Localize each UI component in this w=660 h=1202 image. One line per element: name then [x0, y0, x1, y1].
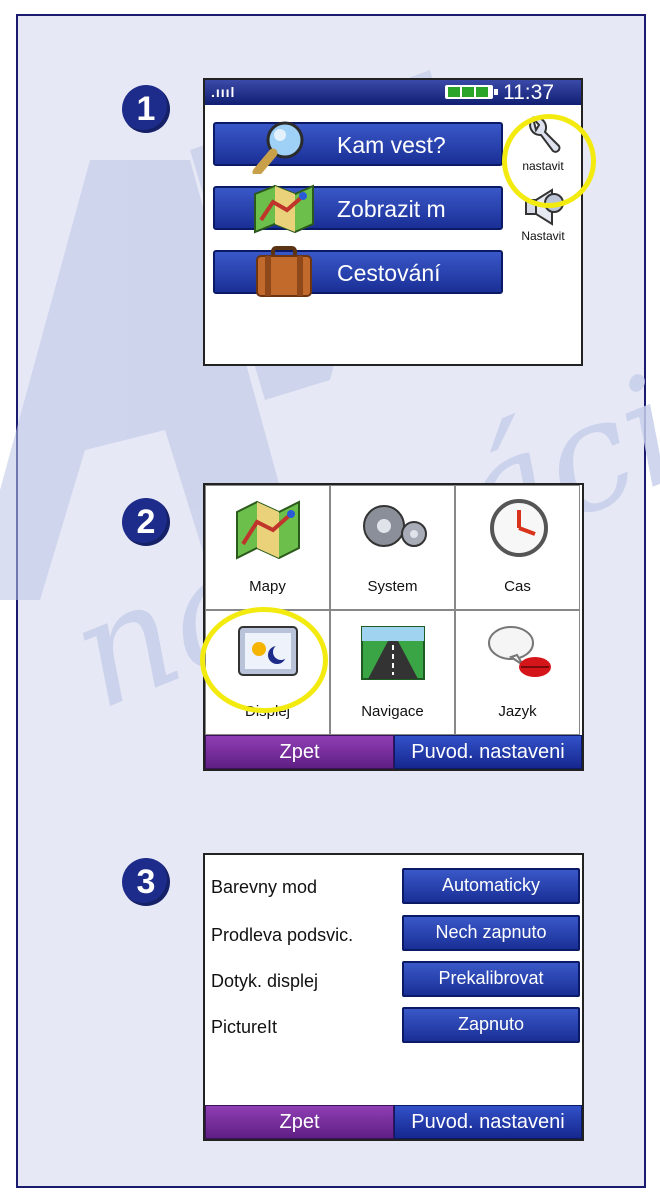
- recalibrate-button[interactable]: Prekalibrovat: [402, 961, 580, 997]
- map-icon: [254, 184, 314, 234]
- tile-system-label: System: [367, 578, 418, 595]
- view-map-button[interactable]: Zobrazit m: [213, 184, 503, 234]
- road-icon: [361, 626, 425, 680]
- gears-icon: [363, 505, 427, 547]
- highlight-circle-tools: [502, 114, 596, 208]
- suitcase-icon: [256, 246, 312, 297]
- tile-maps-label: Mapy: [249, 578, 286, 595]
- screen-display-settings: Barevny mod Automaticky Prodleva podsvic…: [203, 853, 584, 1141]
- view-map-label: Zobrazit m: [337, 196, 446, 222]
- step-badge-2: 2: [122, 498, 170, 546]
- speech-lips-icon: [488, 626, 551, 677]
- clock-time: 11:37: [503, 81, 554, 104]
- step-badge-3: 3: [122, 858, 170, 906]
- step-badge-1: 1: [122, 85, 170, 133]
- backlight-timeout-button[interactable]: Nech zapnuto: [402, 915, 580, 951]
- status-bar: .ıııl 11:37: [205, 80, 581, 105]
- magnifier-icon: [252, 121, 304, 174]
- battery-icon: [445, 85, 498, 99]
- tile-navigation-label: Navigace: [361, 703, 424, 720]
- highlight-circle-display: [200, 607, 328, 713]
- color-mode-button[interactable]: Automaticky: [402, 868, 580, 904]
- restore-defaults-button[interactable]: Puvod. nastaveni: [394, 735, 582, 769]
- tile-language-label: Jazyk: [498, 703, 537, 720]
- backlight-timeout-label: Prodleva podsvic.: [211, 925, 354, 945]
- tile-maps[interactable]: Mapy: [205, 485, 330, 610]
- tile-system[interactable]: System: [330, 485, 455, 610]
- travel-button[interactable]: Cestování: [213, 246, 503, 297]
- back-button[interactable]: Zpet: [205, 735, 394, 769]
- travel-label: Cestování: [337, 260, 441, 286]
- restore-defaults-button[interactable]: Puvod. nastaveni: [394, 1105, 582, 1139]
- pictureit-button[interactable]: Zapnuto: [402, 1007, 580, 1043]
- tile-language[interactable]: Jazyk: [455, 610, 580, 735]
- tile-time-label: Cas: [504, 578, 531, 595]
- where-to-label: Kam vest?: [337, 132, 446, 158]
- clock-icon: [490, 499, 548, 557]
- color-mode-label: Barevny mod: [211, 877, 318, 897]
- where-to-button[interactable]: Kam vest?: [213, 121, 503, 174]
- pictureit-label: PictureIt: [211, 1017, 278, 1037]
- tile-navigation[interactable]: Navigace: [330, 610, 455, 735]
- volume-settings-label: Nastavit: [521, 229, 565, 243]
- signal-bars-icon: .ıııl: [211, 84, 236, 100]
- tile-time[interactable]: Cas: [455, 485, 580, 610]
- map-icon: [236, 500, 300, 560]
- back-button[interactable]: Zpet: [205, 1105, 394, 1139]
- touch-screen-label: Dotyk. displej: [211, 971, 319, 991]
